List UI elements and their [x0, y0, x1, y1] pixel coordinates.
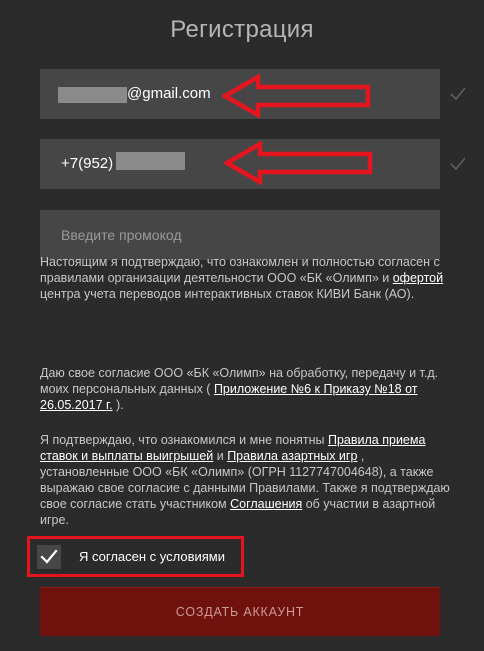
offer-link[interactable]: офертой [393, 271, 443, 285]
annotation-arrow-icon [222, 74, 371, 118]
annotation-arrow-icon [224, 141, 373, 185]
terms-paragraph-rules: Настоящим я подтверждаю, что ознакомлен … [40, 254, 450, 302]
checkmark-icon [40, 549, 58, 564]
page-title: Регистрация [170, 16, 314, 43]
promo-code-field[interactable] [40, 210, 440, 260]
terms-text: Настоящим я подтверждаю, что ознакомлен … [40, 255, 440, 285]
terms-text: ). [112, 398, 124, 412]
gambling-rules-link[interactable]: Правила азартных игр [227, 449, 357, 463]
promo-code-input[interactable] [40, 210, 440, 260]
terms-paragraph-personal-data: Даю свое согласие ООО «БК «Олимп» на обр… [40, 365, 450, 413]
email-valid-checkmark-icon [450, 87, 466, 101]
consent-checkbox[interactable] [37, 545, 61, 569]
redacted-phone-number [116, 152, 185, 170]
create-account-button[interactable]: СОЗДАТЬ АККАУНТ [40, 587, 440, 636]
terms-text: Я подтверждаю, что ознакомился и мне пон… [40, 433, 328, 447]
email-value: @gmail.com [127, 85, 211, 102]
phone-valid-checkmark-icon [450, 157, 466, 171]
terms-text: центра учета переводов интерактивных ста… [40, 287, 415, 301]
redacted-email-username [58, 87, 127, 103]
terms-paragraph-gambling: Я подтверждаю, что ознакомился и мне пон… [40, 432, 450, 528]
consent-label[interactable]: Я согласен с условиями [79, 547, 225, 567]
agreement-link[interactable]: Соглашения [230, 497, 302, 511]
phone-value: +7(952) [61, 155, 114, 172]
terms-text: и [213, 449, 228, 463]
